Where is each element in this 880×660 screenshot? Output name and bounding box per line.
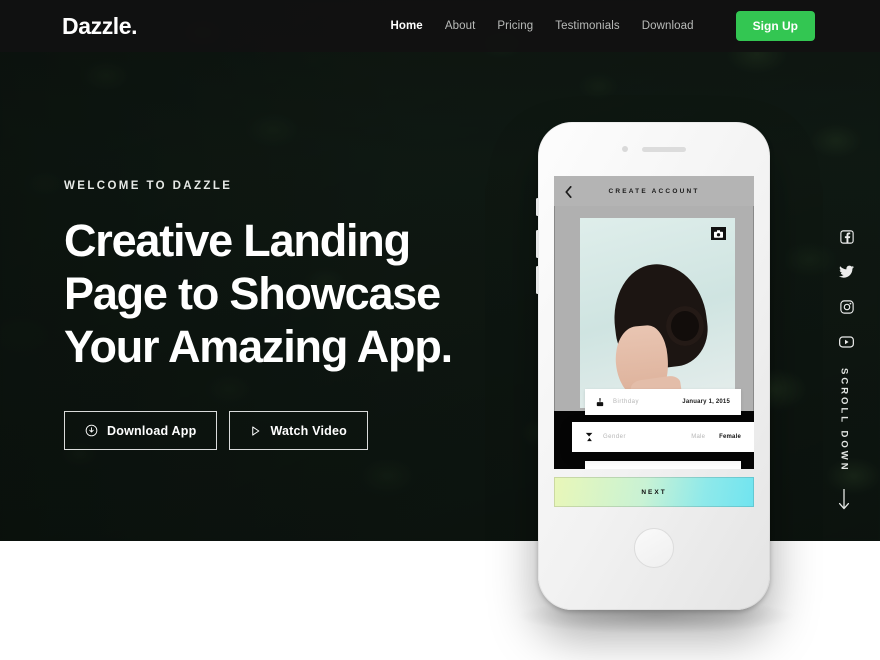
camera-icon[interactable] [711, 227, 726, 240]
arrow-down-icon [838, 487, 850, 516]
youtube-icon[interactable] [839, 335, 854, 353]
scroll-down-indicator[interactable]: SCROLL DOWN [838, 368, 850, 516]
twitter-icon[interactable] [839, 265, 854, 284]
hero-eyebrow: WELCOME TO DAZZLE [64, 180, 233, 192]
headline-line-3: Your Amazing App. [64, 321, 453, 372]
facebook-icon[interactable] [839, 230, 854, 249]
phone-mute-switch [536, 198, 539, 216]
gender-option-female[interactable]: Female [719, 434, 741, 440]
social-rail [839, 230, 854, 353]
next-button[interactable]: NEXT [554, 477, 754, 507]
download-app-label: Download App [107, 423, 197, 438]
scroll-down-label: SCROLL DOWN [838, 368, 850, 473]
profile-photo[interactable] [580, 218, 735, 408]
hero-content: WELCOME TO DAZZLE Creative Landing Page … [64, 180, 453, 450]
back-chevron-icon[interactable] [565, 185, 572, 203]
play-icon [250, 425, 261, 437]
gender-option-male[interactable]: Male [691, 434, 705, 440]
nav-link-home[interactable]: Home [390, 20, 422, 32]
brand-logo[interactable]: Dazzle. [62, 13, 138, 40]
app-screen-title: CREATE ACCOUNT [608, 187, 700, 195]
phone-volume-down-button [536, 266, 539, 294]
field-birthday[interactable]: Birthday January 1, 2015 [585, 389, 741, 415]
landing-page: Dazzle. Home About Pricing Testimonials … [0, 0, 880, 660]
phone-home-button[interactable] [634, 528, 674, 568]
photo-hair-bun [666, 306, 704, 346]
download-circle-icon [85, 424, 98, 437]
gender-icon [585, 432, 594, 442]
nav-link-testimonials[interactable]: Testimonials [555, 20, 619, 32]
nav-link-pricing[interactable]: Pricing [497, 20, 533, 32]
front-camera-icon [622, 146, 628, 152]
instagram-icon[interactable] [839, 300, 854, 319]
phone-mockup: CREATE ACCOUNT Birthday January 1, 2015 … [536, 122, 770, 610]
phone-screen: CREATE ACCOUNT Birthday January 1, 2015 … [554, 176, 754, 469]
nav-link-about[interactable]: About [445, 20, 476, 32]
headline-line-2: Page to Showcase [64, 268, 441, 319]
app-topbar: CREATE ACCOUNT [554, 176, 754, 206]
field-gender[interactable]: Gender Male Female [572, 422, 754, 452]
field-gender-label: Gender [603, 434, 627, 440]
download-app-button[interactable]: Download App [64, 411, 218, 450]
hero-cta-row: Download App Watch Video [64, 411, 452, 450]
field-location[interactable]: Location New York [585, 461, 741, 469]
hero-headline: Creative Landing Page to Showcase Your A… [64, 215, 453, 372]
field-birthday-value: January 1, 2015 [682, 399, 730, 405]
watch-video-button[interactable]: Watch Video [229, 411, 368, 450]
nav-link-download[interactable]: Download [642, 20, 694, 32]
headline-line-1: Creative Landing [64, 215, 411, 266]
nav-links: Home About Pricing Testimonials Download… [390, 11, 880, 41]
watch-video-label: Watch Video [270, 423, 347, 438]
signup-button[interactable]: Sign Up [735, 11, 815, 41]
cake-icon [596, 397, 604, 407]
phone-volume-up-button [536, 230, 539, 258]
phone-earpiece-row [538, 146, 770, 152]
navbar: Dazzle. Home About Pricing Testimonials … [0, 0, 880, 52]
field-birthday-label: Birthday [613, 399, 640, 405]
earpiece-speaker [642, 146, 686, 152]
